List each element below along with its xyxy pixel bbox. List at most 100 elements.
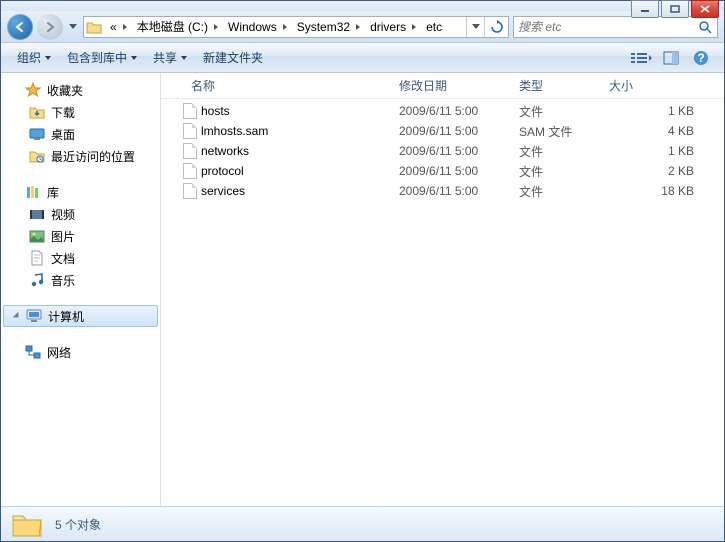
chevron-down-icon: [45, 56, 51, 60]
chevron-right-icon: [356, 24, 360, 30]
view-mode-button[interactable]: [626, 47, 656, 69]
file-name: hosts: [201, 104, 230, 118]
search-input[interactable]: [518, 20, 697, 34]
sidebar-videos[interactable]: 视频: [1, 203, 160, 225]
file-size-cell: 2 KB: [601, 164, 724, 178]
refresh-button[interactable]: [484, 17, 508, 37]
file-row[interactable]: services2009/6/11 5:00文件18 KB: [161, 181, 724, 201]
minimize-icon: [640, 5, 650, 13]
file-date-cell: 2009/6/11 5:00: [391, 104, 511, 118]
chevron-down-icon: [69, 24, 77, 30]
maximize-button[interactable]: [661, 0, 689, 18]
refresh-icon: [490, 20, 504, 34]
share-menu[interactable]: 共享: [145, 45, 195, 70]
breadcrumb-seg-windows[interactable]: Windows: [222, 17, 291, 37]
forward-icon: [43, 20, 57, 34]
sidebar-group-computer: 计算机: [1, 305, 160, 327]
sidebar-group-favorites: 收藏夹 下载 桌面 最近访问的位置: [1, 79, 160, 167]
nav-pane[interactable]: 收藏夹 下载 桌面 最近访问的位置 库 视频: [1, 73, 161, 506]
file-name-cell: networks: [161, 143, 391, 159]
file-row[interactable]: hosts2009/6/11 5:00文件1 KB: [161, 101, 724, 121]
sidebar-downloads[interactable]: 下载: [1, 101, 160, 123]
forward-button[interactable]: [37, 14, 63, 40]
file-icon: [183, 143, 197, 159]
sidebar-desktop[interactable]: 桌面: [1, 123, 160, 145]
picture-icon: [29, 228, 45, 244]
minimize-button[interactable]: [631, 0, 659, 18]
column-size[interactable]: 大小: [601, 73, 724, 98]
file-row[interactable]: networks2009/6/11 5:00文件1 KB: [161, 141, 724, 161]
help-icon: ?: [693, 50, 709, 66]
network-icon: [25, 344, 41, 360]
back-button[interactable]: [7, 14, 33, 40]
chevron-down-icon: [181, 56, 187, 60]
sidebar-label: 图片: [49, 228, 75, 245]
sidebar-network[interactable]: 网络: [1, 341, 160, 363]
breadcrumb-dropdown[interactable]: [466, 17, 484, 37]
search-button[interactable]: [697, 19, 713, 35]
breadcrumb-seg-drivers[interactable]: drivers: [364, 17, 420, 37]
share-label: 共享: [153, 49, 177, 66]
expand-toggle[interactable]: [12, 314, 22, 318]
music-icon: [29, 272, 45, 288]
file-icon: [183, 123, 197, 139]
nav-history-dropdown[interactable]: [67, 17, 79, 37]
file-name: services: [201, 184, 245, 198]
breadcrumb[interactable]: « 本地磁盘 (C:) Windows System32 drivers etc: [83, 16, 509, 38]
include-label: 包含到库中: [67, 49, 127, 66]
sidebar-documents[interactable]: 文档: [1, 247, 160, 269]
breadcrumb-label: 本地磁盘 (C:): [137, 18, 208, 35]
breadcrumb-seg-system32[interactable]: System32: [291, 17, 364, 37]
column-type[interactable]: 类型: [511, 73, 601, 98]
column-name[interactable]: 名称: [161, 73, 391, 98]
column-date[interactable]: 修改日期: [391, 73, 511, 98]
breadcrumb-overflow[interactable]: «: [104, 17, 131, 37]
sidebar-label: 音乐: [49, 272, 75, 289]
sidebar-libraries[interactable]: 库: [1, 181, 160, 203]
file-date-cell: 2009/6/11 5:00: [391, 144, 511, 158]
preview-pane-button[interactable]: [656, 47, 686, 69]
sidebar-group-network: 网络: [1, 341, 160, 363]
chevron-down-icon: [131, 56, 137, 60]
file-name: networks: [201, 144, 249, 158]
file-row[interactable]: lmhosts.sam2009/6/11 5:00SAM 文件4 KB: [161, 121, 724, 141]
file-type-cell: 文件: [511, 163, 601, 180]
help-button[interactable]: ?: [686, 47, 716, 69]
folder-icon: [84, 17, 104, 37]
command-bar: 组织 包含到库中 共享 新建文件夹 ?: [1, 43, 724, 73]
sidebar-favorites[interactable]: 收藏夹: [1, 79, 160, 101]
search-box[interactable]: [513, 16, 718, 38]
include-in-library-menu[interactable]: 包含到库中: [59, 45, 145, 70]
file-list-view: 名称 修改日期 类型 大小 hosts2009/6/11 5:00文件1 KBl…: [161, 73, 724, 506]
new-folder-button[interactable]: 新建文件夹: [195, 45, 271, 70]
file-date-cell: 2009/6/11 5:00: [391, 164, 511, 178]
sidebar-computer[interactable]: 计算机: [3, 305, 158, 327]
sidebar-music[interactable]: 音乐: [1, 269, 160, 291]
library-icon: [25, 184, 41, 200]
organize-menu[interactable]: 组织: [9, 45, 59, 70]
file-row[interactable]: protocol2009/6/11 5:00文件2 KB: [161, 161, 724, 181]
close-icon: [700, 5, 710, 13]
close-button[interactable]: [691, 0, 719, 18]
file-date-cell: 2009/6/11 5:00: [391, 184, 511, 198]
svg-text:?: ?: [697, 51, 704, 65]
column-label: 名称: [191, 77, 215, 94]
status-bar: 5 个对象: [1, 506, 724, 541]
back-icon: [13, 20, 27, 34]
sidebar-label: 下载: [49, 104, 75, 121]
view-icon: [630, 51, 652, 65]
file-icon: [183, 163, 197, 179]
maximize-icon: [670, 5, 680, 13]
file-list[interactable]: hosts2009/6/11 5:00文件1 KBlmhosts.sam2009…: [161, 99, 724, 506]
breadcrumb-seg-etc[interactable]: etc: [420, 17, 446, 37]
breadcrumb-seg-drive[interactable]: 本地磁盘 (C:): [131, 17, 222, 37]
sidebar-label: 桌面: [49, 126, 75, 143]
sidebar-pictures[interactable]: 图片: [1, 225, 160, 247]
file-name: lmhosts.sam: [201, 124, 268, 138]
document-icon: [29, 250, 45, 266]
sidebar-recent[interactable]: 最近访问的位置: [1, 145, 160, 167]
sidebar-label: 收藏夹: [45, 82, 83, 99]
sidebar-label: 库: [45, 184, 59, 201]
file-date-cell: 2009/6/11 5:00: [391, 124, 511, 138]
file-size-cell: 1 KB: [601, 104, 724, 118]
